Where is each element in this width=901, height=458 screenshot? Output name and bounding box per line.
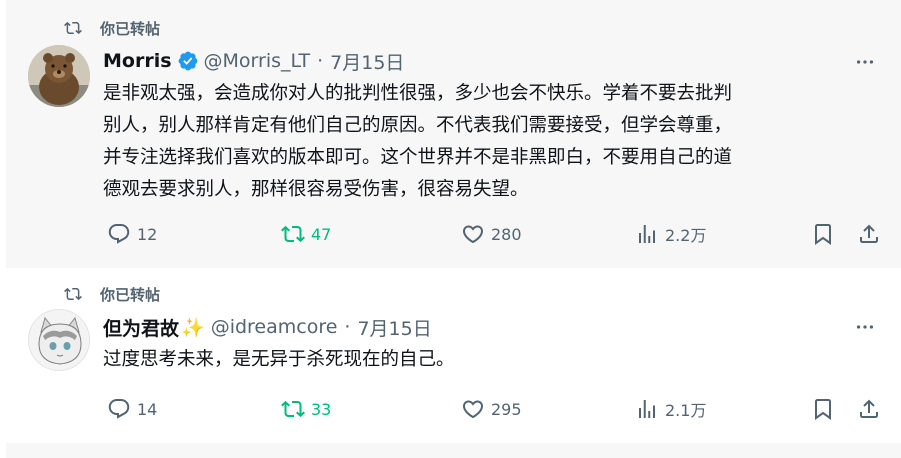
tweet-header: Morris @Morris_LT · 7月15日 [103,48,404,75]
action-bar: 14 33 295 2.1万 [103,396,883,422]
avatar[interactable] [28,45,90,107]
bookmark-button[interactable] [811,221,841,247]
avatar[interactable] [28,309,90,371]
tweet-card[interactable]: 你已转帖 但为君故 ✨ @idreamcore · 7月15日 过度思考未来，是… [6,269,901,441]
like-button[interactable]: 280 [461,221,522,247]
tweet-date[interactable]: 7月15日 [357,314,431,341]
repost-icon [281,225,305,243]
next-tweet-edge [6,443,901,458]
separator-dot: · [344,316,351,338]
verified-badge-icon [178,51,197,71]
handle[interactable]: @Morris_LT [204,50,311,72]
analytics-icon [639,225,655,243]
tweet-text-line: 并专注选择我们喜欢的版本即可。这个世界并不是非黑即白，不要用自己的道 [103,147,733,168]
tweet-text: 过度思考未来，是无异于杀死现在的自己。 [103,344,883,376]
tweet-card[interactable]: 你已转帖 Morris @Morris_LT · 7月15日 是非观太强，会造成… [6,0,901,268]
anime-cat-avatar [29,310,89,370]
bookmark-button[interactable] [811,396,841,422]
more-options-button[interactable] [853,50,877,74]
display-name[interactable]: 但为君故 [103,314,179,341]
tweet-text-line: 过度思考未来，是无异于杀死现在的自己。 [103,349,455,370]
repost-icon [64,21,82,35]
retweet-label: 你已转帖 [100,285,161,304]
repost-icon [281,400,305,418]
handle[interactable]: @idreamcore [211,316,338,338]
reply-button[interactable]: 14 [107,396,157,422]
bookmark-icon [815,399,831,420]
share-button[interactable] [857,396,887,422]
views-button[interactable]: 2.1万 [635,396,706,422]
reply-icon [108,399,130,419]
tweet-text-line: 德观去要求别人，那样很容易受伤害，很容易失望。 [103,179,529,200]
reply-count: 14 [137,399,158,419]
view-count: 2.2万 [665,226,707,245]
repost-icon [64,287,82,301]
repost-button[interactable]: 33 [281,396,331,422]
more-icon [856,325,874,329]
like-button[interactable]: 295 [461,396,522,422]
analytics-icon [639,400,655,418]
views-button[interactable]: 2.2万 [635,221,706,247]
repost-count: 47 [311,224,332,244]
share-icon [860,224,878,243]
tweet-header: 但为君故 ✨ @idreamcore · 7月15日 [103,314,432,341]
heart-icon [462,225,484,244]
share-button[interactable] [857,221,887,247]
view-count: 2.1万 [665,401,707,420]
display-name[interactable]: Morris [103,50,172,72]
tweet-text-line: 别人，别人那样肯定有他们自己的原因。不代表我们需要接受，但学会尊重， [103,115,733,136]
reply-icon [108,224,130,244]
separator-dot: · [317,50,324,72]
retweet-indicator: 你已转帖 [64,284,160,304]
reply-button[interactable]: 12 [107,221,157,247]
sparkles-emoji: ✨ [181,316,205,339]
action-bar: 12 47 280 2.2万 [103,221,883,247]
more-options-button[interactable] [853,315,877,339]
tweet-date[interactable]: 7月15日 [330,48,404,75]
more-icon [856,60,874,64]
bear-avatar [28,45,90,107]
tweet-text: 是非观太强，会造成你对人的批判性很强，多少也会不快乐。学着不要去批判 别人，别人… [103,78,883,206]
repost-count: 33 [311,399,332,419]
reply-count: 12 [137,224,158,244]
like-count: 295 [491,399,522,419]
retweet-indicator: 你已转帖 [64,18,160,38]
bookmark-icon [815,224,831,245]
repost-button[interactable]: 47 [281,221,331,247]
tweet-text-line: 是非观太强，会造成你对人的批判性很强，多少也会不快乐。学着不要去批判 [103,83,733,104]
like-count: 280 [491,224,522,244]
retweet-label: 你已转帖 [100,19,161,38]
heart-icon [462,400,484,419]
share-icon [860,399,878,418]
